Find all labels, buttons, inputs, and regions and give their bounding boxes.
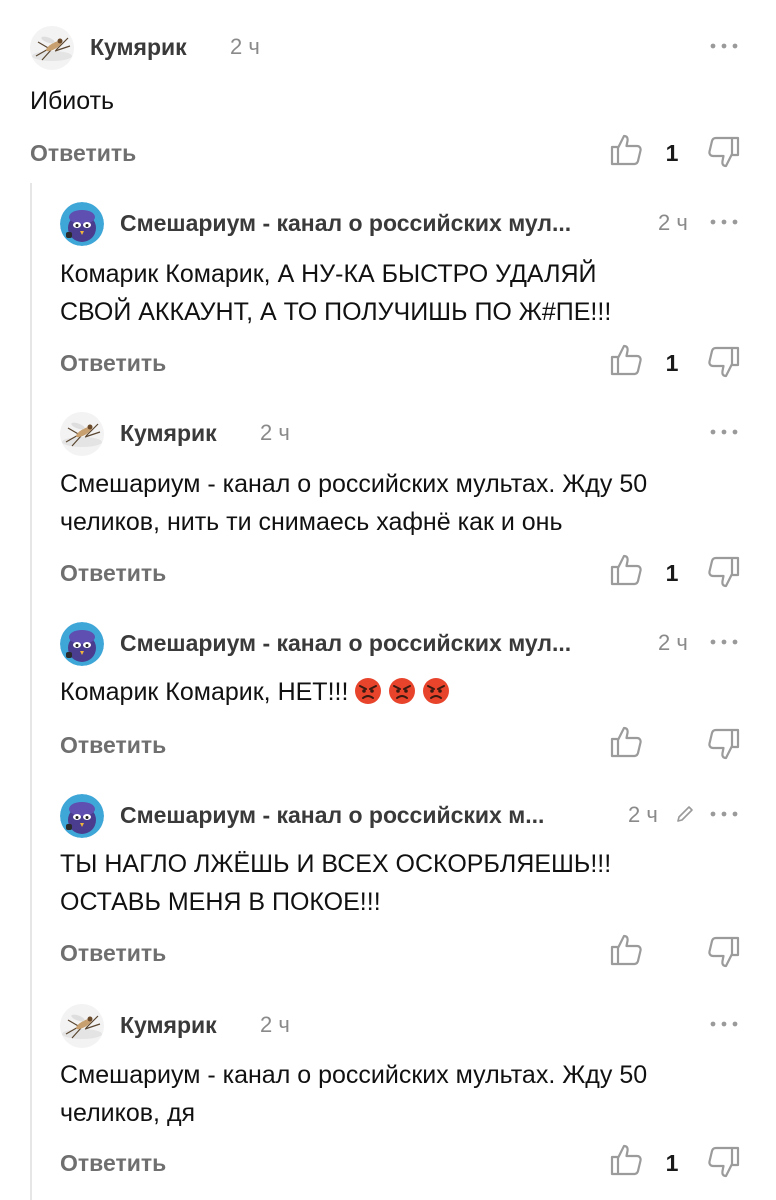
comment-actions: Ответить [0,932,776,972]
author-name[interactable]: Смешариум - канал о российских мул... [120,208,645,238]
mosquito-avatar-icon [60,1004,104,1048]
pencil-icon [674,803,696,825]
comment-actions: Ответить 1 [0,132,776,172]
smeshariki-avatar-icon [60,622,104,666]
comment-actions: Ответить 1 [0,552,776,592]
comment-text-line: челиков, дя [60,1099,196,1127]
angry-face-icon [354,677,382,705]
more-options-icon[interactable] [708,630,740,654]
dislike-icon[interactable] [706,1144,742,1180]
author-name[interactable]: Кумярик [120,1010,217,1040]
comment-text: ТЫ НАГЛО ЛЖЁШЬ И ВСЕХ ОСКОРБЛЯЕШЬ!!! ОСТ… [60,845,611,921]
comment-text-line: ОСТАВЬ МЕНЯ В ПОКОЕ!!! [60,888,381,916]
reply-button[interactable]: Ответить [30,138,136,168]
timestamp: 2 ч [260,420,290,445]
reply-button[interactable]: Ответить [60,730,166,760]
timestamp: 2 ч [658,210,688,235]
comment-actions: Ответить 1 [0,1142,776,1182]
dislike-icon[interactable] [706,134,742,170]
avatar[interactable] [60,412,104,456]
avatar[interactable] [60,202,104,246]
reply-button[interactable]: Ответить [60,348,166,378]
comment-text-line: Комарик Комарик, А НУ-КА БЫСТРО УДАЛЯЙ [60,260,597,288]
comment-header: Кумярик 2 ч [0,408,776,458]
more-options-icon[interactable] [708,210,740,234]
timestamp: 2 ч [260,1012,290,1037]
comment-header: Смешариум - канал о российских мул... 2 … [0,618,776,668]
author-name[interactable]: Кумярик [90,32,187,62]
more-options-icon[interactable] [708,34,740,58]
more-options-icon[interactable] [708,420,740,444]
reply-button[interactable]: Ответить [60,558,166,588]
like-icon[interactable] [608,552,644,588]
smeshariki-avatar-icon [60,202,104,246]
more-options-icon[interactable] [708,1012,740,1036]
author-name[interactable]: Смешариум - канал о российских м... [120,800,615,830]
comment-text: Смешариум - канал о российских мультах. … [60,465,647,541]
dislike-icon[interactable] [706,934,742,970]
like-count: 1 [665,140,679,166]
comment-text-line: СВОЙ АККАУНТ, А ТО ПОЛУЧИШЬ ПО Ж#ПЕ!!! [60,298,612,326]
comment-text-line: Смешариум - канал о российских мультах. … [60,1061,648,1089]
comment-actions: Ответить 1 [0,342,776,382]
comment-text-line: Смешариум - канал о российских мультах. … [60,470,648,498]
like-icon[interactable] [608,132,644,168]
avatar[interactable] [60,1004,104,1048]
comment-text-line: Ибиоть [30,87,115,115]
comment-text: Комарик Комарик, НЕТ!!! [60,673,450,711]
comment-text-line: Комарик Комарик, НЕТ!!! [60,678,349,706]
comment-actions: Ответить [0,724,776,764]
avatar[interactable] [60,794,104,838]
like-icon[interactable] [608,932,644,968]
reply-button[interactable]: Ответить [60,938,166,968]
comment-text-line: челиков, нить ти снимаесь хафнё как и он… [60,508,563,536]
comment-text: Ибиоть [30,82,114,120]
reply-button[interactable]: Ответить [60,1148,166,1178]
timestamp: 2 ч [628,802,658,827]
comment-header: Смешариум - канал о российских мул... 2 … [0,198,776,248]
comment-text: Комарик Комарик, А НУ-КА БЫСТРО УДАЛЯЙ С… [60,255,611,331]
timestamp: 2 ч [230,34,260,59]
mosquito-avatar-icon [30,26,74,70]
smeshariki-avatar-icon [60,794,104,838]
comment-header: Смешариум - канал о российских м... 2 ч [0,790,776,840]
like-icon[interactable] [608,342,644,378]
angry-face-icon [422,677,450,705]
avatar[interactable] [30,26,74,70]
dislike-icon[interactable] [706,344,742,380]
like-count: 1 [665,1150,679,1176]
mosquito-avatar-icon [60,412,104,456]
author-name[interactable]: Кумярик [120,418,217,448]
author-name[interactable]: Смешариум - канал о российских мул... [120,628,645,658]
dislike-icon[interactable] [706,726,742,762]
comment-header: Кумярик 2 ч [0,22,776,72]
dislike-icon[interactable] [706,554,742,590]
comment-text: Смешариум - канал о российских мультах. … [60,1056,647,1132]
avatar[interactable] [60,622,104,666]
comment-text-line: ТЫ НАГЛО ЛЖЁШЬ И ВСЕХ ОСКОРБЛЯЕШЬ!!! [60,850,612,878]
like-count: 1 [665,560,679,586]
angry-face-icon [388,677,416,705]
more-options-icon[interactable] [708,802,740,826]
like-icon[interactable] [608,1142,644,1178]
comment-header: Кумярик 2 ч [0,1000,776,1050]
like-count: 1 [665,350,679,376]
like-icon[interactable] [608,724,644,760]
timestamp: 2 ч [658,630,688,655]
